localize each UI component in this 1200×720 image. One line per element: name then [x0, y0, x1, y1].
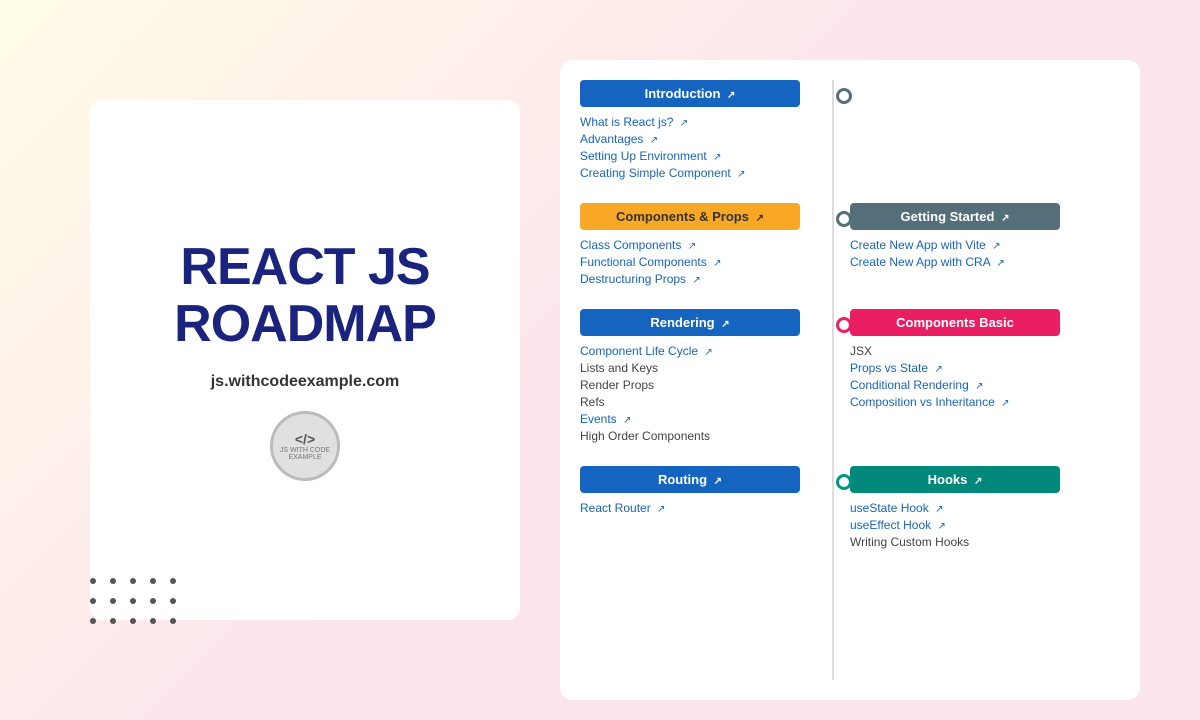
components-basic-header: Components Basic: [850, 309, 1060, 336]
hoc-item: High Order Components: [580, 429, 800, 443]
node-rendering: [836, 317, 852, 333]
what-is-react-link[interactable]: What is React js? ↗: [580, 115, 800, 129]
routing-left: Routing ↗ React Router ↗: [580, 466, 820, 552]
hooks-right: Hooks ↗ useState Hook ↗ useEffect Hook ↗…: [820, 466, 1060, 552]
node-routing: [836, 474, 852, 490]
getting-started-header: Getting Started ↗: [850, 203, 1060, 230]
advantages-link[interactable]: Advantages ↗: [580, 132, 800, 146]
rendering-left: Rendering ↗ Component Life Cycle ↗ Lists…: [580, 309, 820, 446]
class-components-link[interactable]: Class Components ↗: [580, 238, 800, 252]
left-panel: REACT JS ROADMAP js.withcodeexample.com …: [90, 100, 520, 620]
composition-inheritance-link[interactable]: Composition vs Inheritance ↗: [850, 395, 1060, 409]
rendering-header: Rendering ↗: [580, 309, 800, 336]
section-introduction: Introduction ↗ What is React js? ↗ Advan…: [580, 80, 1120, 183]
custom-hooks-item: Writing Custom Hooks: [850, 535, 1060, 549]
react-router-link[interactable]: React Router ↗: [580, 501, 800, 515]
hooks-header: Hooks ↗: [850, 466, 1060, 493]
cra-link[interactable]: Create New App with CRA ↗: [850, 255, 1060, 269]
title-line2: ROADMAP: [174, 295, 436, 353]
useeffect-link[interactable]: useEffect Hook ↗: [850, 518, 1060, 532]
creating-component-link[interactable]: Creating Simple Component ↗: [580, 166, 800, 180]
introduction-left: Introduction ↗ What is React js? ↗ Advan…: [580, 80, 820, 183]
components-left: Components & Props ↗ Class Components ↗ …: [580, 203, 820, 289]
lifecycle-link[interactable]: Component Life Cycle ↗: [580, 344, 800, 358]
section-rendering: Rendering ↗ Component Life Cycle ↗ Lists…: [580, 309, 1120, 446]
section-routing: Routing ↗ React Router ↗ Hooks ↗ useStat…: [580, 466, 1120, 552]
destructuring-props-link[interactable]: Destructuring Props ↗: [580, 272, 800, 286]
functional-components-link[interactable]: Functional Components ↗: [580, 255, 800, 269]
ext-icon: ↗: [727, 90, 735, 101]
node-components: [836, 211, 852, 227]
dots-decoration: [90, 578, 182, 630]
logo-sub: JS WITH CODE EXAMPLE: [273, 447, 337, 461]
conditional-rendering-link[interactable]: Conditional Rendering ↗: [850, 378, 1060, 392]
introduction-header: Introduction ↗: [580, 80, 800, 107]
title-line1: REACT JS: [180, 238, 429, 296]
components-header: Components & Props ↗: [580, 203, 800, 230]
jsx-item: JSX: [850, 344, 1060, 358]
props-state-link[interactable]: Props vs State ↗: [850, 361, 1060, 375]
roadmap-inner: Introduction ↗ What is React js? ↗ Advan…: [560, 80, 1140, 680]
vite-link[interactable]: Create New App with Vite ↗: [850, 238, 1060, 252]
roadmap-panel: Introduction ↗ What is React js? ↗ Advan…: [560, 60, 1140, 700]
main-title: REACT JS ROADMAP: [174, 239, 436, 353]
introduction-right: [820, 80, 1060, 183]
lists-keys-item: Lists and Keys: [580, 361, 800, 375]
section-components: Components & Props ↗ Class Components ↗ …: [580, 203, 1120, 289]
usestate-link[interactable]: useState Hook ↗: [850, 501, 1060, 515]
logo-code: </>: [295, 431, 315, 447]
events-link[interactable]: Events ↗: [580, 412, 800, 426]
node-introduction: [836, 88, 852, 104]
routing-header: Routing ↗: [580, 466, 800, 493]
getting-started-right: Getting Started ↗ Create New App with Vi…: [820, 203, 1060, 289]
setting-up-link[interactable]: Setting Up Environment ↗: [580, 149, 800, 163]
refs-item: Refs: [580, 395, 800, 409]
render-props-item: Render Props: [580, 378, 800, 392]
components-basic-right: Components Basic JSX Props vs State ↗ Co…: [820, 309, 1060, 446]
logo-circle: </> JS WITH CODE EXAMPLE: [270, 411, 340, 481]
site-subtitle: js.withcodeexample.com: [211, 373, 400, 391]
